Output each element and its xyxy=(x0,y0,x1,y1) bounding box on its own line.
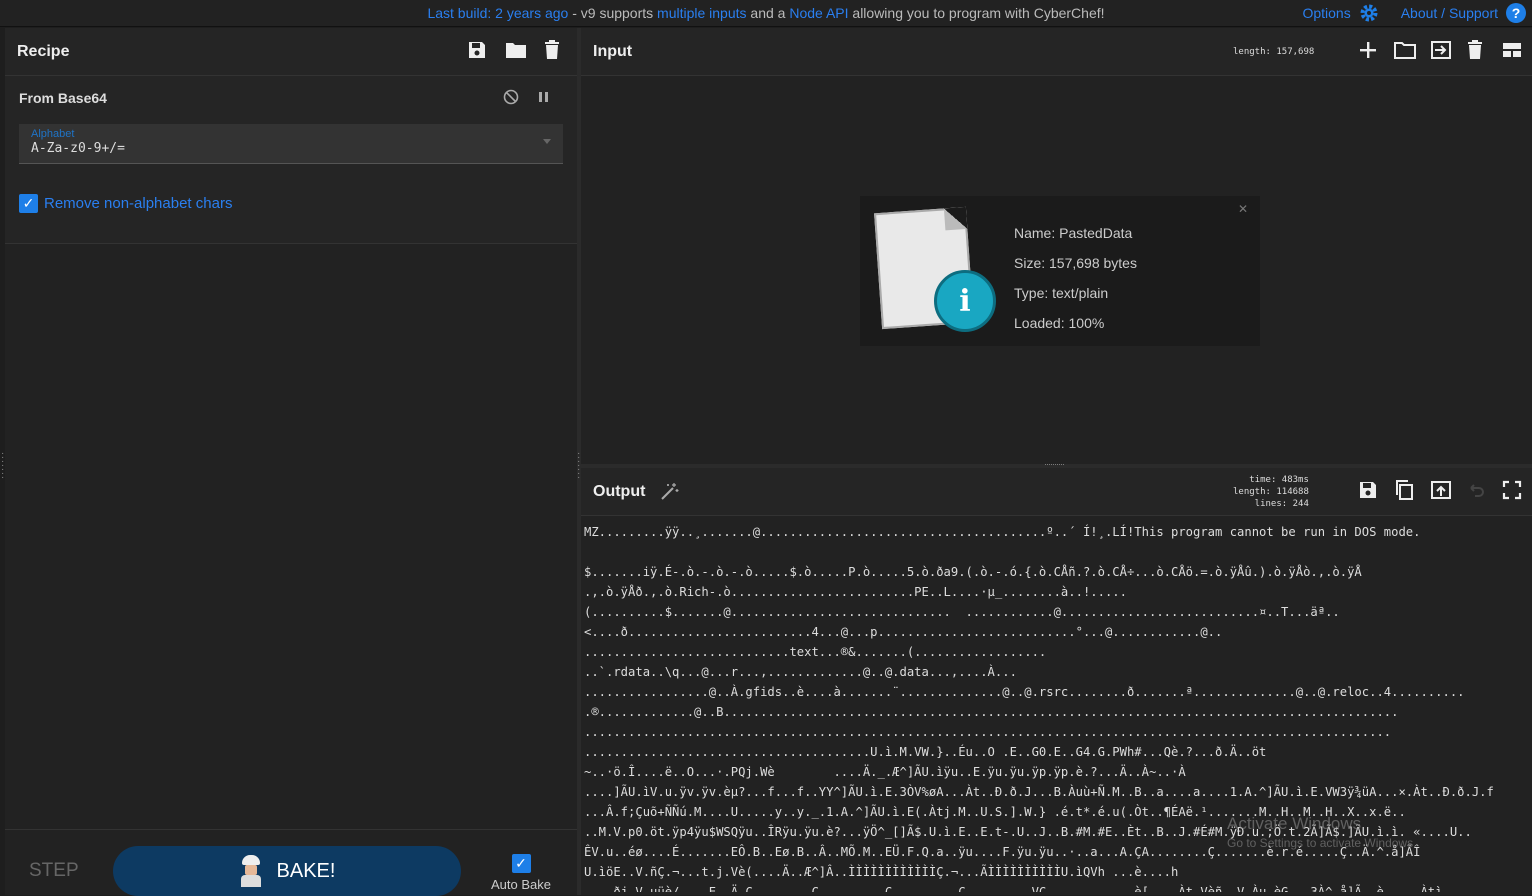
output-line: ..`.rdata..\q...@...r...,.............@.… xyxy=(584,665,1017,679)
node-api-link[interactable]: Node API xyxy=(789,5,848,21)
operation-from-base64[interactable]: From Base64 Alphabet A-Za-z0-9+/= ✓ Remo… xyxy=(5,76,577,244)
input-length-readout: length: 157,698 xyxy=(1233,46,1314,58)
operation-title: From Base64 xyxy=(19,90,107,106)
input-pane[interactable]: Input length: 157,698 i Name: PastedData… xyxy=(581,28,1532,464)
time-value: 483ms xyxy=(1281,475,1309,485)
alphabet-value: A-Za-z0-9+/= xyxy=(31,141,125,156)
bake-label: BAKE! xyxy=(276,859,336,882)
output-length-value: 114688 xyxy=(1276,487,1309,497)
pane-divider-grip-icon[interactable]: · · · · · · · xyxy=(577,449,580,483)
chevron-down-icon[interactable] xyxy=(543,139,551,144)
disable-icon[interactable] xyxy=(503,89,523,109)
file-size: Size: 157,698 bytes xyxy=(1014,255,1137,271)
remove-non-alphabet-option[interactable]: ✓ Remove non-alphabet chars xyxy=(19,194,563,213)
output-line: .,.ò.ÿÅð.,.ò.Rich-.ò....................… xyxy=(584,585,1127,599)
open-file-icon[interactable] xyxy=(1430,40,1451,60)
output-line: .......................................U… xyxy=(584,745,1267,759)
output-line: ...Â.f;Çuõ+ÑÑú.M....U.....y..y._.1.A.^]Ã… xyxy=(584,805,1406,819)
output-line: ........................................… xyxy=(584,725,1392,739)
output-line: ~..·ö.Î....ë..O...·.PQj.Wè ....Ä._.Æ^]ÃU… xyxy=(584,765,1186,779)
clear-input-icon[interactable] xyxy=(1466,40,1486,60)
undo-icon xyxy=(1466,480,1486,500)
add-input-icon[interactable] xyxy=(1358,40,1378,60)
remove-non-alphabet-label[interactable]: Remove non-alphabet chars xyxy=(44,195,232,212)
auto-bake-label: Auto Bake xyxy=(491,877,551,892)
lines-value: 244 xyxy=(1292,499,1309,509)
file-loaded: Loaded: 100% xyxy=(1014,315,1105,331)
output-line: .®.............@..B.....................… xyxy=(584,705,1399,719)
auto-bake-toggle[interactable]: ✓ Auto Bake xyxy=(491,854,551,892)
input-title: Input xyxy=(593,42,633,60)
maximize-icon[interactable] xyxy=(1502,480,1522,500)
alphabet-label: Alphabet xyxy=(31,128,75,140)
open-folder-icon[interactable] xyxy=(1394,40,1416,60)
output-line: $.......iÿ.É-.ò.-.ò.-.ò.....$.ò.....P.ò.… xyxy=(584,565,1362,579)
recipe-title: Recipe xyxy=(17,42,70,60)
time-label: time: xyxy=(1249,475,1277,485)
output-line: ....ðj.V.uüè/....E..Ä.Ç........Ç........… xyxy=(584,885,1443,892)
output-line: MZ.........ÿÿ..¸.......@................… xyxy=(584,525,1421,539)
output-line: .................@..À.gfids..è....à.....… xyxy=(584,685,1465,699)
about-support-link[interactable]: About / Support xyxy=(1401,5,1498,21)
last-build-link[interactable]: Last build: 2 years ago xyxy=(427,5,568,21)
copy-icon[interactable] xyxy=(1394,480,1414,500)
step-button[interactable]: STEP xyxy=(29,860,79,882)
output-header: Output time: 483ms length: 114688 lines:… xyxy=(581,468,1532,516)
output-line: ............................text...®&...… xyxy=(584,645,1047,659)
output-line: ....]ÃU.ìV.u.ÿv.ÿv.èµ?...f...f..YY^]ÃU.ì… xyxy=(584,785,1494,799)
trash-icon[interactable] xyxy=(543,40,563,60)
multiple-inputs-link[interactable]: multiple inputs xyxy=(657,5,747,21)
file-name: Name: PastedData xyxy=(1014,225,1133,241)
left-edge-grip-icon[interactable]: · · · · · · · xyxy=(1,449,4,483)
bake-controls: STEP BAKE! ✓ Auto Bake xyxy=(5,829,577,896)
checkbox-checked-icon[interactable]: ✓ xyxy=(19,194,38,213)
output-title: Output xyxy=(593,482,646,500)
windows-activation-title: Activate Windows xyxy=(1227,814,1362,833)
info-icon: i xyxy=(934,270,996,332)
magic-wand-icon[interactable] xyxy=(659,482,679,502)
output-line: (..........$.......@....................… xyxy=(584,605,1340,619)
windows-activation-hint: Go to Settings to activate Windows. xyxy=(1227,836,1417,850)
file-type: Type: text/plain xyxy=(1014,285,1109,301)
recipe-header: Recipe xyxy=(5,28,577,76)
help-icon[interactable]: ? xyxy=(1506,3,1526,23)
banner-text-3: allowing you to program with CyberChef! xyxy=(848,5,1105,21)
output-line: <....ð.........................4...@...p… xyxy=(584,625,1223,639)
save-output-icon[interactable] xyxy=(1358,480,1378,500)
file-details-card: i Name: PastedData Size: 157,698 bytes T… xyxy=(860,196,1260,346)
output-pane[interactable]: Output time: 483ms length: 114688 lines:… xyxy=(581,468,1532,895)
banner-text-1: - v9 supports xyxy=(568,5,658,21)
output-line: U.ìöE..V.ñÇ.¬...t.j.Vè(....Ä..Æ^]Â..ÌÌÌÌ… xyxy=(584,865,1179,879)
chef-icon xyxy=(239,855,263,887)
close-icon[interactable]: ✕ xyxy=(1238,202,1248,216)
pause-icon[interactable] xyxy=(537,89,557,109)
replace-input-icon[interactable] xyxy=(1430,480,1451,500)
checkbox-checked-icon[interactable]: ✓ xyxy=(511,854,531,873)
alphabet-select[interactable]: Alphabet A-Za-z0-9+/= xyxy=(19,124,563,164)
save-icon[interactable] xyxy=(467,40,487,60)
banner-text-2: and a xyxy=(746,5,790,21)
folder-icon[interactable] xyxy=(505,40,526,60)
bake-button[interactable]: BAKE! xyxy=(113,846,461,896)
options-link[interactable]: Options xyxy=(1302,5,1350,21)
top-banner: Last build: 2 years ago - v9 supports mu… xyxy=(0,0,1532,27)
lines-label: lines: xyxy=(1254,499,1288,509)
input-header: Input length: 157,698 xyxy=(581,28,1532,76)
recipe-pane: Recipe From Base64 Alphabet A-Za-z0-9+/=… xyxy=(5,28,577,896)
input-length-value: 157,698 xyxy=(1276,47,1315,57)
output-stats: time: 483ms length: 114688 lines: 244 xyxy=(1233,474,1309,510)
input-length-label: length: xyxy=(1233,47,1271,57)
gear-icon[interactable] xyxy=(1359,3,1379,23)
layout-icon[interactable] xyxy=(1502,40,1522,60)
output-length-label: length: xyxy=(1233,487,1271,497)
